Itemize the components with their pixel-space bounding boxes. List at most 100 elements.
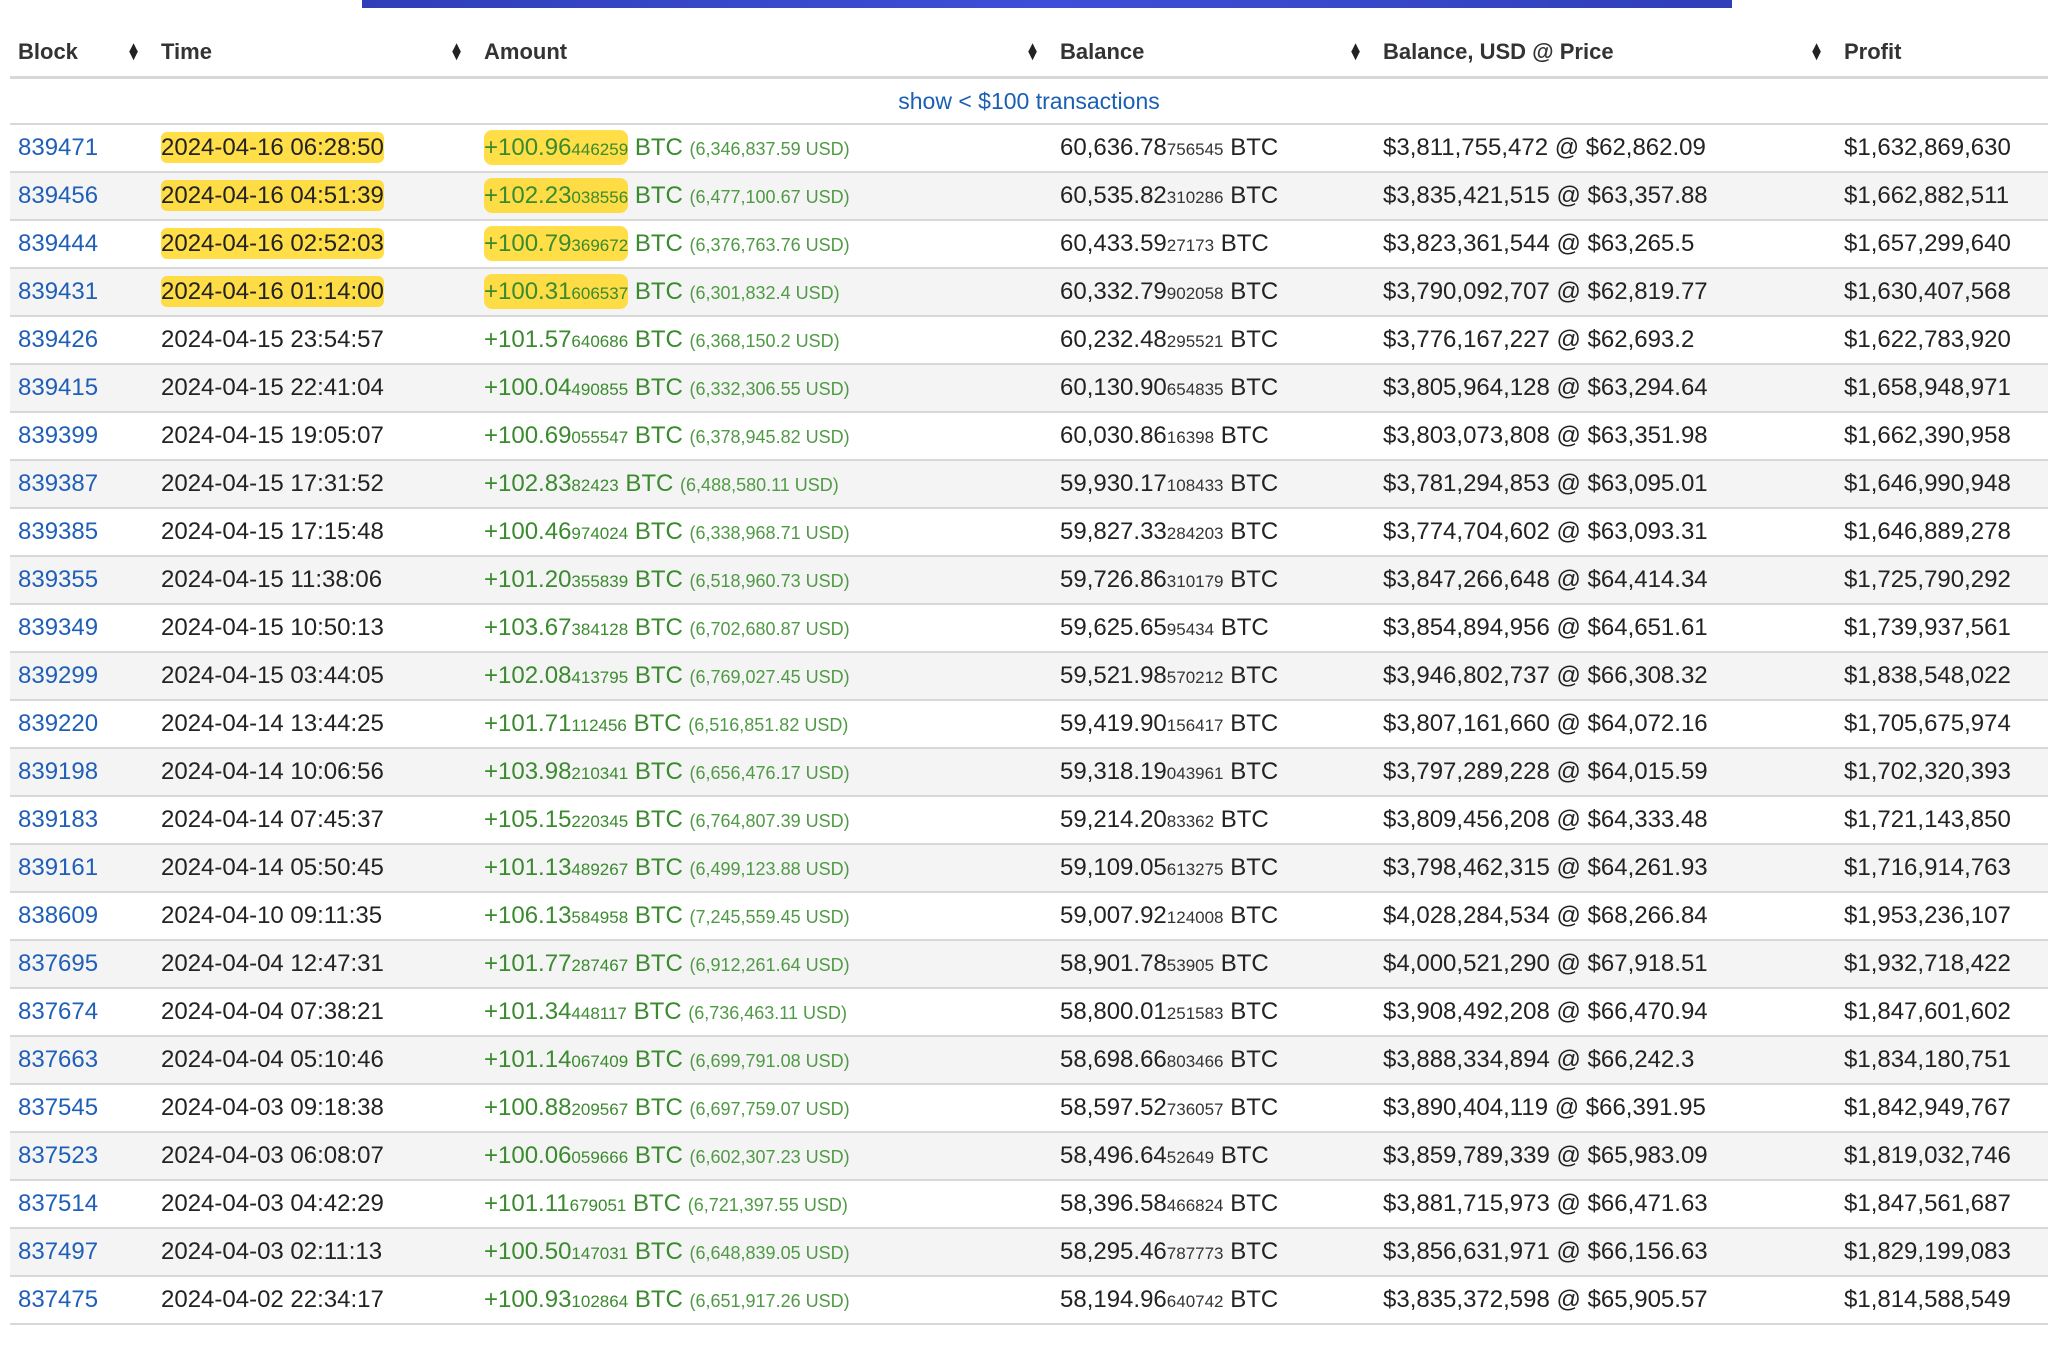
amount-highlight: +100.93102864	[484, 1286, 628, 1313]
cell-balance-usd: $3,781,294,853 @ $63,095.01	[1375, 460, 1836, 509]
column-header-label: Block	[18, 39, 78, 64]
cell-block: 837663	[10, 1036, 153, 1085]
amount-unit: BTC	[634, 1046, 683, 1073]
cell-amount: +100.06059666 BTC (6,602,307.23 USD)	[476, 1132, 1052, 1181]
block-link[interactable]: 839456	[18, 182, 98, 209]
profit-value: $1,838,548,022	[1844, 662, 2011, 689]
block-link[interactable]: 839198	[18, 758, 98, 785]
profit-value: $1,662,882,511	[1844, 182, 2010, 209]
cell-profit: $1,838,548,022	[1836, 652, 2048, 701]
block-link[interactable]: 839431	[18, 278, 98, 305]
block-link[interactable]: 837545	[18, 1094, 98, 1121]
block-link[interactable]: 839426	[18, 326, 98, 353]
sort-icon[interactable]: ▲ ▼	[1809, 40, 1824, 63]
amount-value: +101.14	[484, 1046, 572, 1073]
balance-value: 59,214.20	[1060, 806, 1167, 833]
balance-fraction: 53905	[1166, 956, 1215, 975]
amount-value: +102.83	[484, 470, 572, 497]
block-link[interactable]: 839299	[18, 662, 98, 689]
cell-balance-usd: $3,890,404,119 @ $66,391.95	[1375, 1084, 1836, 1133]
cell-balance: 59,625.6595434 BTC	[1052, 604, 1375, 653]
cell-balance: 58,698.66803466 BTC	[1052, 1036, 1375, 1085]
block-link[interactable]: 837663	[18, 1046, 98, 1073]
block-link[interactable]: 837523	[18, 1142, 98, 1169]
amount-highlight: +100.88209567	[484, 1094, 628, 1121]
amount-fraction: 059666	[571, 1148, 629, 1167]
sort-icon[interactable]: ▲ ▼	[449, 40, 464, 63]
amount-value: +103.67	[484, 614, 572, 641]
block-link[interactable]: 839349	[18, 614, 98, 641]
balance-fraction: 156417	[1166, 716, 1224, 735]
balance-fraction: 803466	[1166, 1052, 1224, 1071]
balance-unit: BTC	[1230, 1046, 1279, 1073]
block-link[interactable]: 837475	[18, 1286, 98, 1313]
cell-block: 837497	[10, 1228, 153, 1277]
cell-time: 2024-04-15 19:05:07	[153, 412, 476, 461]
amount-highlight: +100.46974024	[484, 518, 628, 545]
sort-icon[interactable]: ▲ ▼	[1025, 40, 1040, 63]
balance-value: 58,698.66	[1060, 1046, 1167, 1073]
column-header-block[interactable]: Block ▲ ▼	[10, 28, 153, 79]
column-header-amount[interactable]: Amount ▲ ▼	[476, 28, 1052, 79]
cell-amount: +100.69055547 BTC (6,378,945.82 USD)	[476, 412, 1052, 461]
column-header-label: Profit	[1844, 39, 1902, 64]
profit-value: $1,739,937,561	[1844, 614, 2011, 641]
column-header-balance[interactable]: Balance ▲ ▼	[1052, 28, 1375, 79]
balance-usd-value: $4,028,284,534 @ $68,266.84	[1383, 902, 1708, 929]
show-small-transactions-link[interactable]: show < $100 transactions	[898, 88, 1159, 114]
column-header-profit[interactable]: Profit	[1836, 28, 2048, 79]
block-link[interactable]: 839415	[18, 374, 98, 401]
table-row: 837674 2024-04-04 07:38:21 +101.34448117 B…	[10, 988, 2048, 1037]
block-link[interactable]: 838609	[18, 902, 98, 929]
cell-time: 2024-04-14 05:50:45	[153, 844, 476, 893]
cell-time: 2024-04-02 22:34:17	[153, 1276, 476, 1325]
block-link[interactable]: 839385	[18, 518, 98, 545]
block-link[interactable]: 839355	[18, 566, 98, 593]
profit-value: $1,829,199,083	[1844, 1238, 2011, 1265]
cell-amount: +105.15220345 BTC (6,764,807.39 USD)	[476, 796, 1052, 845]
column-header-balance-usd[interactable]: Balance, USD @ Price ▲ ▼	[1375, 28, 1836, 79]
sort-icon[interactable]: ▲ ▼	[1348, 40, 1363, 63]
amount-usd: (6,368,150.2 USD)	[689, 331, 840, 351]
block-link[interactable]: 837514	[18, 1190, 98, 1217]
cell-balance: 60,130.90654835 BTC	[1052, 364, 1375, 413]
table-row: 839456 2024-04-16 04:51:39 +102.23038556 B…	[10, 172, 2048, 221]
time-text: 2024-04-15 03:44:05	[161, 662, 384, 689]
profit-value: $1,953,236,107	[1844, 902, 2011, 929]
block-link[interactable]: 839444	[18, 230, 98, 257]
cell-balance-usd: $3,807,161,660 @ $64,072.16	[1375, 700, 1836, 749]
block-link[interactable]: 839399	[18, 422, 98, 449]
cell-amount: +103.98210341 BTC (6,656,476.17 USD)	[476, 748, 1052, 797]
cell-amount: +101.77287467 BTC (6,912,261.64 USD)	[476, 940, 1052, 989]
column-header-time[interactable]: Time ▲ ▼	[153, 28, 476, 79]
amount-highlight: +102.23038556	[484, 178, 629, 213]
block-link[interactable]: 839387	[18, 470, 98, 497]
block-link[interactable]: 837695	[18, 950, 98, 977]
profit-value: $1,716,914,763	[1844, 854, 2011, 881]
cell-time: 2024-04-15 03:44:05	[153, 652, 476, 701]
balance-value: 58,597.52	[1060, 1094, 1167, 1121]
time-text: 2024-04-15 22:41:04	[161, 374, 384, 401]
block-link[interactable]: 839183	[18, 806, 98, 833]
profit-value: $1,721,143,850	[1844, 806, 2011, 833]
amount-fraction: 220345	[571, 812, 629, 831]
cell-balance: 58,597.52736057 BTC	[1052, 1084, 1375, 1133]
block-link[interactable]: 837497	[18, 1238, 98, 1265]
sort-icon[interactable]: ▲ ▼	[126, 40, 141, 63]
block-link[interactable]: 839220	[18, 710, 98, 737]
block-link[interactable]: 839161	[18, 854, 98, 881]
cell-profit: $1,932,718,422	[1836, 940, 2048, 989]
amount-unit: BTC	[634, 134, 683, 161]
cell-balance-usd: $3,797,289,228 @ $64,015.59	[1375, 748, 1836, 797]
block-link[interactable]: 839471	[18, 134, 98, 161]
amount-highlight: +101.34448117	[484, 998, 627, 1025]
cell-amount: +100.31606537 BTC (6,301,832.4 USD)	[476, 268, 1052, 317]
cell-time: 2024-04-16 06:28:50	[153, 124, 476, 173]
amount-value: +100.93	[484, 1286, 572, 1313]
cell-profit: $1,847,561,687	[1836, 1180, 2048, 1229]
balance-usd-value: $3,805,964,128 @ $63,294.64	[1383, 374, 1708, 401]
amount-fraction: 446259	[571, 140, 629, 159]
balance-unit: BTC	[1230, 182, 1279, 209]
block-link[interactable]: 837674	[18, 998, 98, 1025]
time-text: 2024-04-10 09:11:35	[161, 902, 383, 929]
